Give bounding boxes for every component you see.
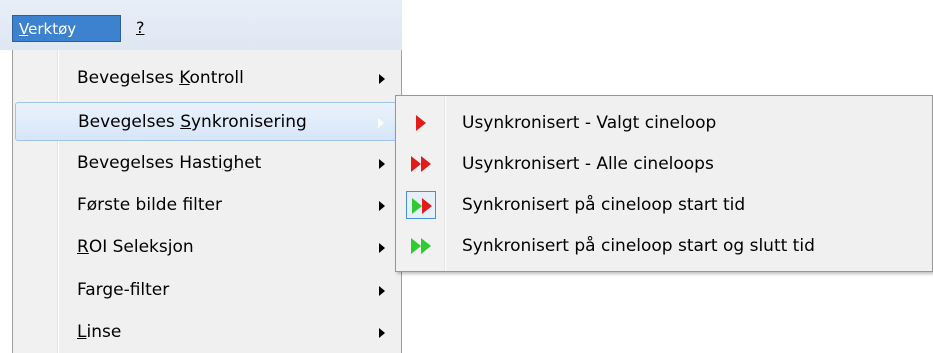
menu-tools-rest: erktøy	[28, 20, 77, 38]
menu-item-lens[interactable]: Linse	[15, 313, 399, 352]
submenu-item-sync-start-end[interactable]: Synkronisert på cineloop start og slutt …	[398, 226, 928, 266]
menu-bar: Verktøy ?	[0, 0, 402, 50]
menu-help-label: ?	[136, 18, 145, 37]
submenu-item-label: Synkronisert på cineloop start tid	[462, 195, 746, 215]
menu-item-motion-control[interactable]: Bevegelses Kontroll	[15, 59, 399, 98]
menu-item-motion-speed[interactable]: Bevegelses Hastighet	[15, 144, 399, 183]
menu-item-label: Bevegelses Kontroll	[77, 68, 244, 88]
menu-item-roi-selection[interactable]: ROI Seleksjon	[15, 228, 399, 267]
single-red-play-icon	[408, 111, 434, 135]
double-red-green-play-icon	[406, 191, 436, 219]
menu-tools-ul: V	[19, 20, 29, 38]
menu-item-color-filter[interactable]: Farge-filter	[15, 271, 399, 310]
menu-tools[interactable]: Verktøy	[12, 15, 121, 42]
tools-dropdown-menu: Bevegelses Kontroll Bevegelses Synkronis…	[12, 50, 402, 353]
submenu-item-unsync-all[interactable]: Usynkronisert - Alle cineloops	[398, 144, 928, 184]
double-green-play-icon	[408, 234, 434, 258]
submenu-item-unsync-selected[interactable]: Usynkronisert - Valgt cineloop	[398, 103, 928, 143]
submenu-arrow-icon	[379, 286, 385, 296]
submenu-arrow-icon	[379, 328, 385, 338]
menu-item-first-frame-filter[interactable]: Første bilde filter	[15, 186, 399, 225]
submenu-item-label: Usynkronisert - Valgt cineloop	[462, 113, 717, 133]
menu-item-motion-sync[interactable]: Bevegelses Synkronisering	[15, 102, 399, 141]
menu-item-label: Bevegelses Synkronisering	[78, 112, 307, 132]
submenu-item-label: Synkronisert på cineloop start og slutt …	[462, 236, 815, 256]
submenu-arrow-icon	[379, 201, 385, 211]
submenu-arrow-icon	[379, 159, 385, 169]
submenu-arrow-icon	[379, 74, 385, 84]
submenu-arrow-icon	[378, 118, 384, 128]
menu-item-label: Farge-filter	[77, 280, 170, 300]
double-red-play-icon	[408, 152, 434, 176]
submenu-item-label: Usynkronisert - Alle cineloops	[462, 154, 714, 174]
submenu-arrow-icon	[379, 243, 385, 253]
submenu-item-sync-start[interactable]: Synkronisert på cineloop start tid	[398, 185, 928, 225]
menu-help[interactable]: ?	[136, 16, 145, 40]
menu-item-label: Første bilde filter	[77, 195, 222, 215]
sync-submenu: Usynkronisert - Valgt cineloop Usynkroni…	[395, 95, 933, 272]
menu-item-label: Linse	[77, 322, 122, 342]
menu-item-label: Bevegelses Hastighet	[77, 153, 262, 173]
menu-item-label: ROI Seleksjon	[77, 237, 194, 257]
